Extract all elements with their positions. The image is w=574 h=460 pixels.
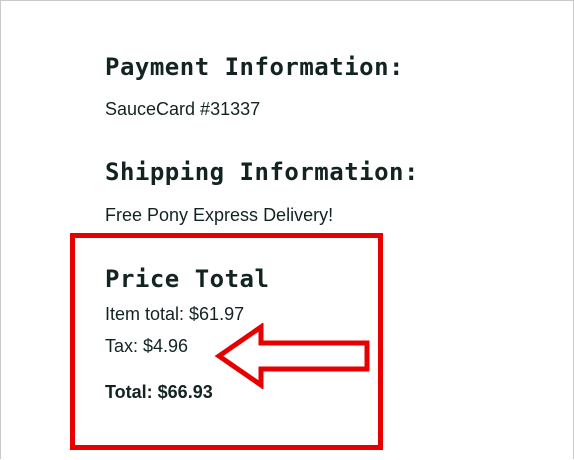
- shipping-info-label: Shipping Information:: [105, 158, 419, 186]
- shipping-info-value: Free Pony Express Delivery!: [105, 205, 334, 225]
- payment-info-value: SauceCard #31337: [105, 99, 261, 119]
- checkout-summary-panel: Payment Information: SauceCard #31337 Sh…: [0, 0, 574, 459]
- left-arrow-icon: [214, 323, 370, 389]
- payment-info-label: Payment Information:: [105, 53, 404, 81]
